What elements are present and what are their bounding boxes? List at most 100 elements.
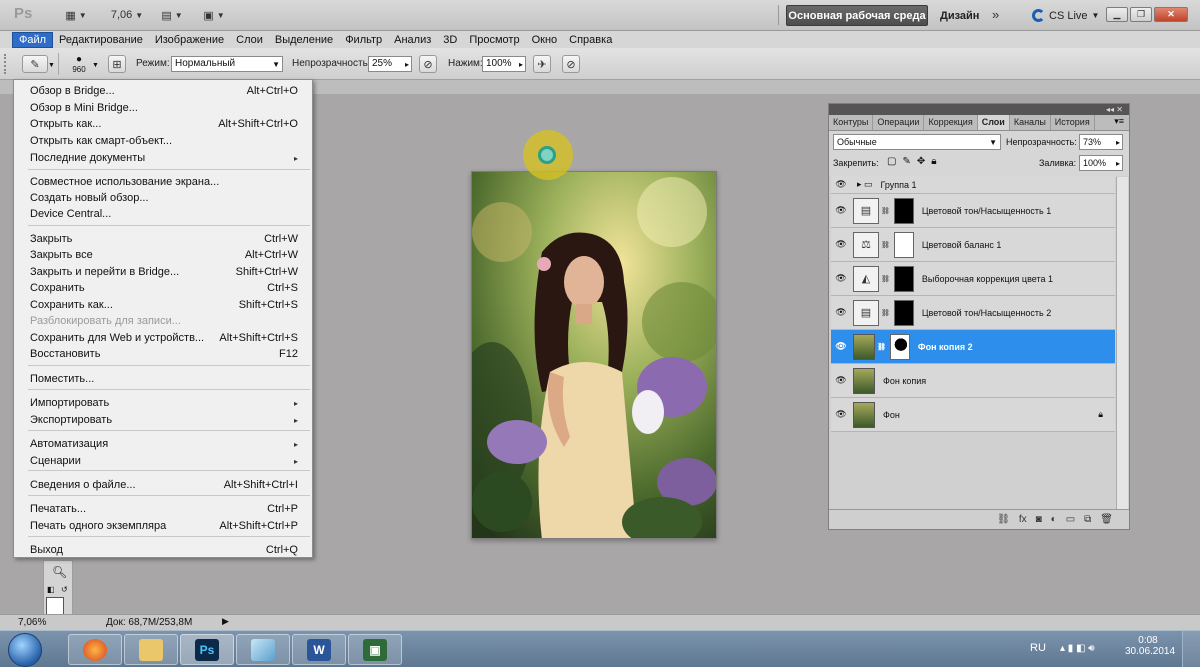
layer-thumbnail[interactable] [853,401,875,428]
link-icon[interactable]: ⛓ [881,207,890,215]
brush-size-picker[interactable]: ● 960 [70,54,88,76]
file-menu-item[interactable]: Печатать... Ctrl+P [14,501,312,517]
status-arrow-icon[interactable]: ▶ [222,616,229,627]
layer-mask-thumbnail[interactable] [893,197,914,224]
file-menu-item[interactable]: Автоматизация ▸ [14,436,312,452]
layer-row[interactable]: 👁︎ ◭ ⛓ Выборочная коррекция цвета 1 [831,262,1115,296]
layer-row[interactable]: 👁︎ ▤ ⛓ Цветовой тон/Насыщенность 2 [831,296,1115,330]
swap-colors-icon[interactable]: ↺ [61,585,68,594]
minimize-button[interactable]: ▁ [1106,7,1128,22]
file-menu-item[interactable]: Закрыть и перейти в Bridge... Shift+Ctrl+… [14,264,312,280]
language-indicator[interactable]: RU [1030,642,1046,654]
layer-row[interactable]: 👁︎ ▸ ▭ Группа 1 [831,176,1115,194]
lock-options-icons[interactable]: ▢✎✥🔒︎ [887,156,943,167]
file-menu-item[interactable]: Совместное использование экрана... [14,174,312,190]
new-group-icon[interactable]: ▭ [1066,514,1075,525]
menu-3[interactable]: Слои [230,33,269,47]
menu-4[interactable]: Выделение [269,33,339,47]
link-icon[interactable]: ⛓ [881,241,890,249]
panel-tab[interactable]: История [1051,115,1095,130]
foreground-color-swatch[interactable] [46,597,64,615]
launch-bridge-button[interactable]: ▦ ▼ [60,5,92,25]
file-menu-item[interactable]: Открыть как смарт-объект... [14,133,312,149]
panel-menu-icon[interactable]: ▾≡ [1109,115,1129,130]
grip-handle[interactable] [4,54,8,74]
file-menu-item[interactable]: Сценарии ▸ [14,453,312,469]
layer-row[interactable]: 👁︎ ⛓ Фон копия 2 [831,330,1115,364]
layer-row[interactable]: 👁︎ ▤ ⛓ Цветовой тон/Насыщенность 1 [831,194,1115,228]
menu-9[interactable]: Окно [526,33,564,47]
panel-header[interactable]: ◂◂ ✕ [829,104,1129,115]
taskbar-word[interactable]: W [292,634,346,665]
document-canvas-photo[interactable] [471,171,717,539]
panel-tab[interactable]: Каналы [1010,115,1051,130]
new-layer-icon[interactable]: ⧉ [1084,514,1091,525]
menu-2[interactable]: Изображение [149,33,230,47]
more-workspaces-icon[interactable]: » [992,7,999,22]
brush-tool-preset-icon[interactable]: ✎ [22,55,48,73]
file-menu-item[interactable]: Сохранить для Web и устройств... Alt+Shif… [14,330,312,346]
taskbar-explorer[interactable] [124,634,178,665]
screen-mode-button[interactable]: ▣ ▼ [198,5,230,25]
visibility-eye-icon[interactable]: 👁︎ [831,239,851,250]
fill-input[interactable]: 100% ▸ [1079,155,1123,171]
menu-0[interactable]: Файл [12,31,54,48]
cs-live-menu[interactable]: CS Live ▼ [1032,9,1099,22]
taskbar-app-4[interactable] [236,634,290,665]
taskbar-firefox[interactable] [68,634,122,665]
menu-7[interactable]: 3D [437,33,463,47]
show-desktop-button[interactable] [1182,631,1200,667]
status-zoom[interactable]: 7,06% [18,617,46,628]
windows-start-icon[interactable] [8,633,42,667]
layer-row[interactable]: 👁︎ ⚖ ⛓ Цветовой баланс 1 [831,228,1115,262]
menu-1[interactable]: Редактирование [53,33,149,47]
file-menu-item[interactable]: Обзор в Mini Bridge... [14,100,312,116]
blend-mode-select[interactable]: Нормальный ▼ [171,56,283,72]
layer-mask-thumbnail[interactable] [893,265,914,292]
add-mask-icon[interactable]: ◙ [1036,514,1042,525]
brush-panel-toggle-icon[interactable]: ⊞ [108,55,126,73]
file-menu-item[interactable]: Создать новый обзор... [14,190,312,206]
layer-style-icon[interactable]: fx [1019,514,1027,525]
layer-row[interactable]: 👁︎ Фон копия [831,364,1115,398]
adjustment-layer-icon[interactable]: ◐ [1051,514,1057,525]
link-icon[interactable]: ⛓ [881,309,890,317]
layer-thumbnail[interactable] [853,367,875,394]
file-menu-item[interactable]: Восстановить F12 [14,346,312,362]
file-menu-item[interactable]: Сведения о файле... Alt+Shift+Ctrl+I [14,477,312,493]
file-menu-item[interactable]: Закрыть все Alt+Ctrl+W [14,247,312,263]
file-menu-item[interactable]: Обзор в Bridge... Alt+Ctrl+O [14,83,312,99]
pressure-opacity-icon[interactable]: ⊘ [419,55,437,73]
panel-tab[interactable]: Операции [873,115,925,130]
file-menu-item[interactable]: Device Central... [14,206,312,222]
taskbar-app-6[interactable]: ▣ [348,634,402,665]
file-menu-item[interactable]: Сохранить Ctrl+S [14,280,312,296]
file-menu-item[interactable]: Экспортировать ▸ [14,412,312,428]
link-icon[interactable]: ⛓ [877,343,886,351]
delete-layer-icon[interactable]: 🗑︎ [1100,514,1113,525]
essentials-workspace-button[interactable]: Основная рабочая среда [786,5,928,26]
visibility-eye-icon[interactable]: 👁︎ [831,205,851,216]
layers-scrollbar[interactable] [1116,177,1128,510]
file-menu-item[interactable]: Открыть как... Alt+Shift+Ctrl+O [14,116,312,132]
file-menu-item[interactable]: Печать одного экземпляра Alt+Shift+Ctrl+P [14,518,312,534]
airbrush-icon[interactable]: ✈ [533,55,551,73]
panel-tab[interactable]: Слои [977,115,1010,130]
layer-opacity-input[interactable]: 73% ▸ [1079,134,1123,150]
arrange-documents-button[interactable]: ▤ ▼ [156,5,188,25]
pressure-size-icon[interactable]: ⊘ [562,55,580,73]
default-colors-icon[interactable]: ◧ [47,585,55,594]
menu-5[interactable]: Фильтр [339,33,388,47]
visibility-eye-icon[interactable]: 👁︎ [831,179,851,190]
file-menu-item[interactable]: Последние документы ▸ [14,150,312,166]
layer-mask-thumbnail[interactable] [893,299,914,326]
visibility-eye-icon[interactable]: 👁︎ [831,409,851,420]
file-menu-item[interactable]: Закрыть Ctrl+W [14,231,312,247]
file-menu-item[interactable]: Поместить... [14,371,312,387]
taskbar-photoshop[interactable]: Ps [180,634,234,665]
layer-thumbnail[interactable] [853,333,875,360]
visibility-eye-icon[interactable]: 👁︎ [831,375,851,386]
menu-10[interactable]: Справка [563,33,618,47]
layer-mask-thumbnail[interactable] [889,333,910,360]
file-menu-item[interactable]: Импортировать ▸ [14,395,312,411]
